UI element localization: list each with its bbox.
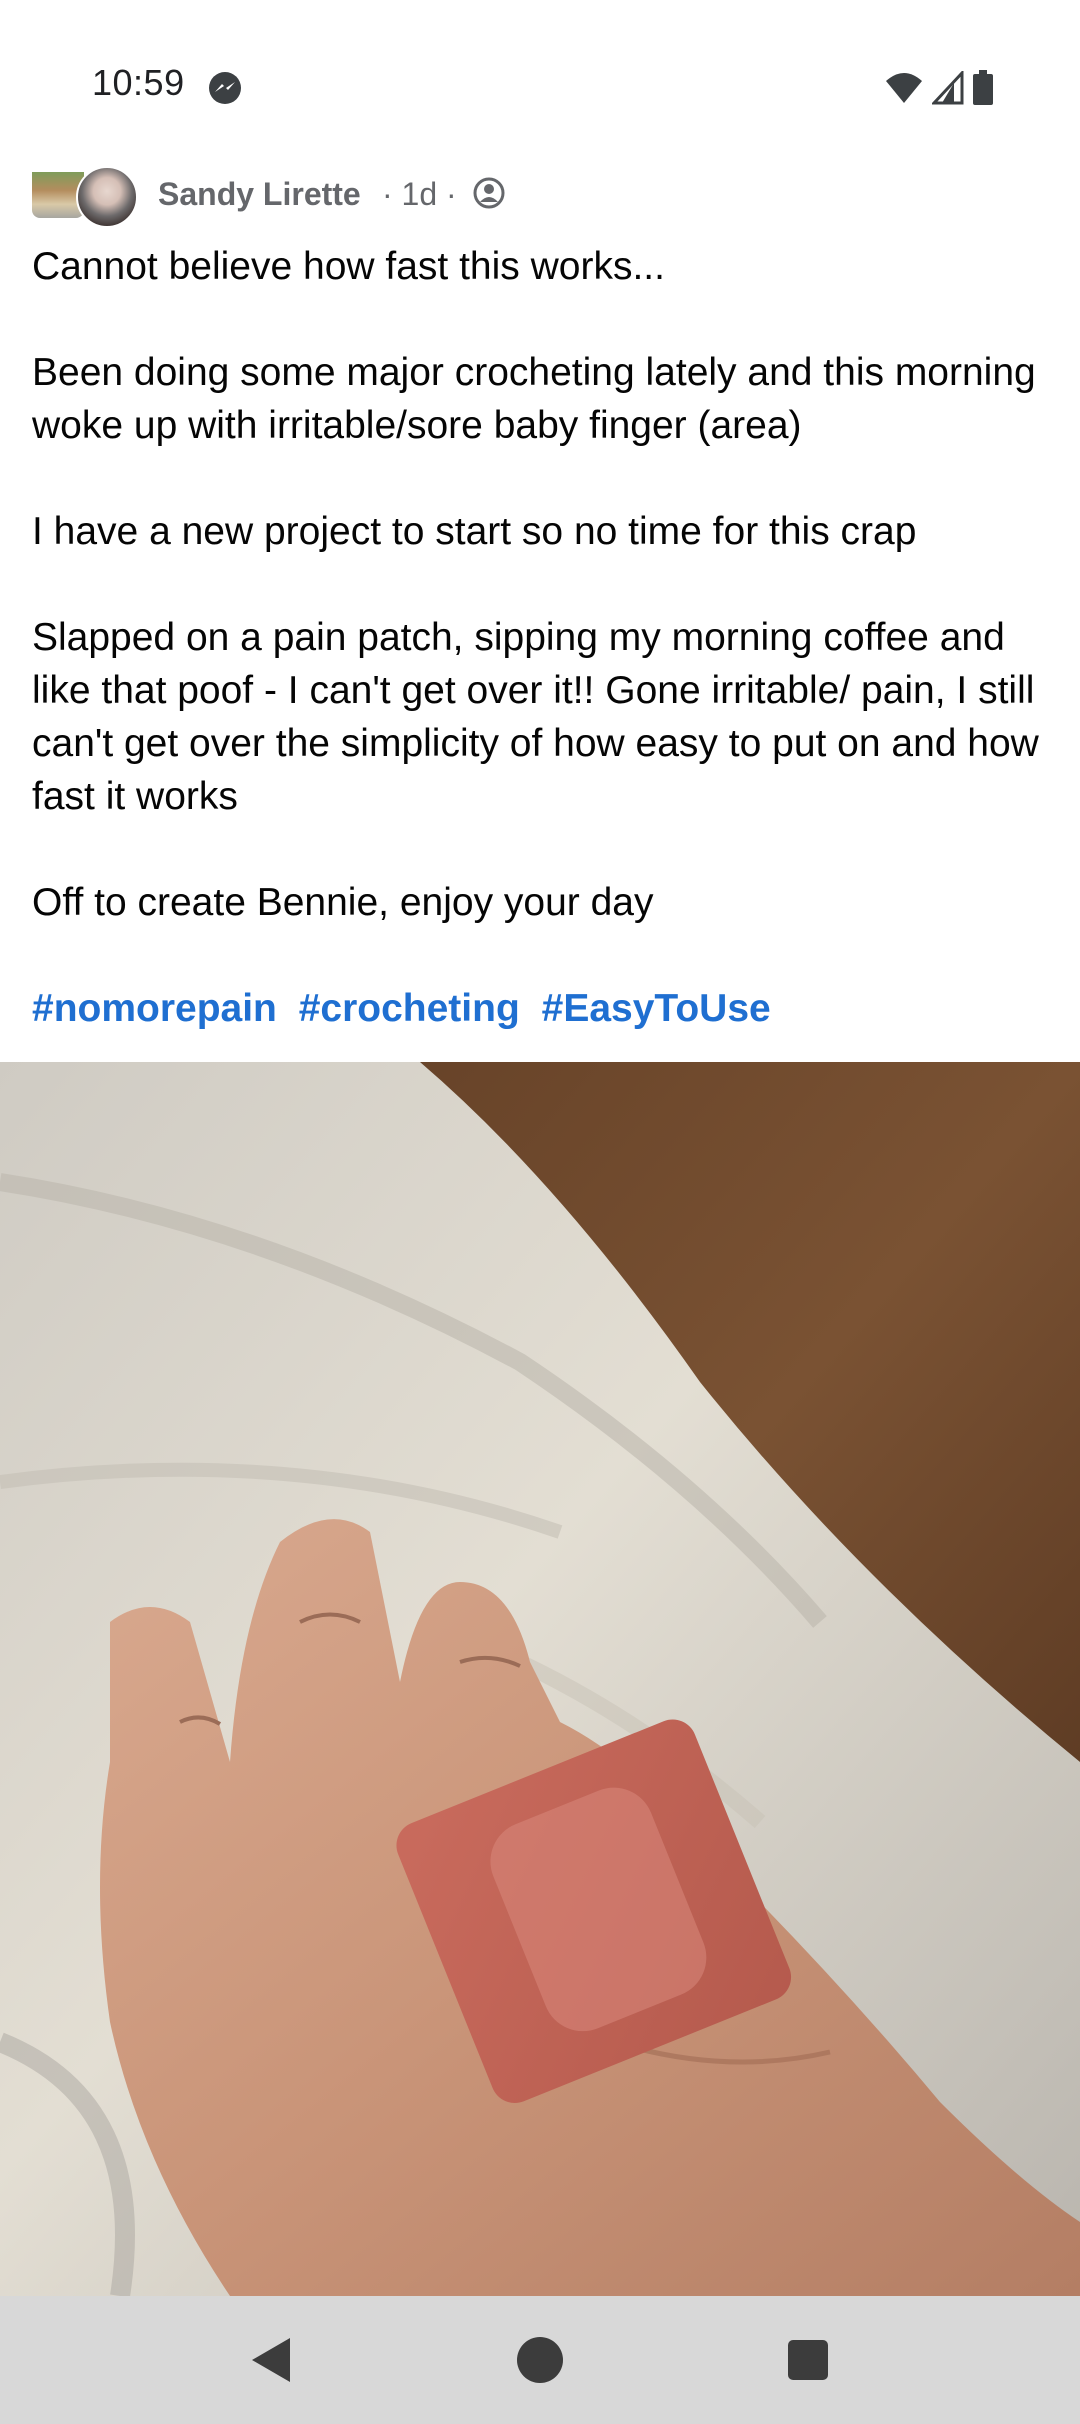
post-text: Cannot believe how fast this works... Be…	[32, 240, 1052, 1088]
messenger-icon	[209, 72, 241, 104]
status-time: 10:59	[92, 62, 185, 103]
hashtag-list: #nomorepain #crocheting #EasyToUse	[32, 982, 1052, 1035]
hashtag-link[interactable]: #EasyToUse	[542, 987, 771, 1030]
status-bar: 10:59	[0, 0, 1080, 150]
hashtag-link[interactable]: #crocheting	[299, 987, 520, 1030]
battery-icon	[973, 70, 993, 105]
recents-icon[interactable]	[778, 2330, 838, 2390]
wifi-icon	[886, 73, 922, 103]
post-paragraph: Off to create Bennie, enjoy your day	[32, 881, 654, 924]
photo-hand-with-patch	[0, 1062, 1080, 2296]
system-nav-bar	[0, 2296, 1080, 2424]
post-header: Sandy Lirette · 1d ·	[32, 160, 1032, 228]
post-paragraph: I have a new project to start so no time…	[32, 510, 917, 553]
cell-signal-icon	[932, 71, 964, 105]
back-icon[interactable]	[240, 2330, 300, 2390]
post-paragraph: Cannot believe how fast this works...	[32, 245, 665, 288]
post-paragraph: Been doing some major crocheting lately …	[32, 351, 1036, 447]
status-icons	[884, 68, 994, 108]
post-photo[interactable]	[0, 1062, 1080, 2296]
author-name[interactable]: Sandy Lirette	[158, 176, 361, 213]
avatar-group[interactable]	[32, 166, 140, 228]
post-timestamp: · 1d ·	[382, 176, 457, 212]
friends-privacy-icon	[473, 177, 505, 209]
hashtag-link[interactable]: #nomorepain	[32, 987, 277, 1030]
home-icon[interactable]	[510, 2330, 570, 2390]
author-avatar[interactable]	[76, 166, 138, 228]
post-paragraph: Slapped on a pain patch, sipping my morn…	[32, 616, 1039, 818]
